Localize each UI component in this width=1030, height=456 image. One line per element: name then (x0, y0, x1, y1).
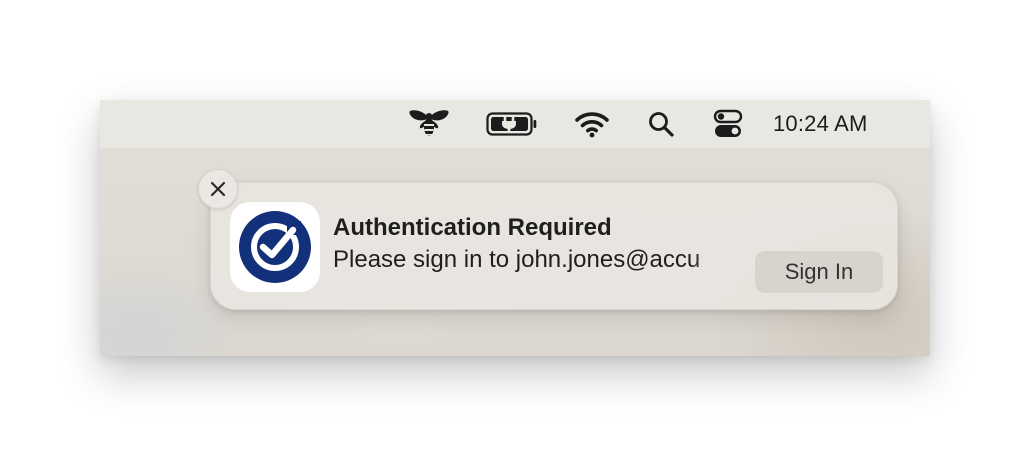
control-center-icon[interactable] (712, 108, 744, 140)
menu-bar-clock[interactable]: 10:24 AM (773, 108, 868, 140)
wifi-icon[interactable] (572, 108, 612, 140)
checkmark-app-icon (230, 202, 320, 292)
notification-close-button[interactable] (198, 169, 238, 209)
desktop-screen: 10:24 AM Authentication Required Please … (100, 100, 930, 356)
sign-in-button[interactable]: Sign In (755, 251, 883, 293)
battery-charging-icon[interactable] (484, 108, 540, 140)
close-icon (210, 181, 226, 197)
bee-app-icon[interactable] (406, 108, 452, 140)
menu-bar: 10:24 AM (100, 100, 930, 148)
notification-body: Please sign in to john.jones@accu (333, 246, 701, 273)
notification-banner[interactable]: Authentication Required Please sign in t… (210, 182, 898, 310)
notification-title: Authentication Required (333, 214, 612, 241)
spotlight-search-icon[interactable] (646, 108, 676, 140)
